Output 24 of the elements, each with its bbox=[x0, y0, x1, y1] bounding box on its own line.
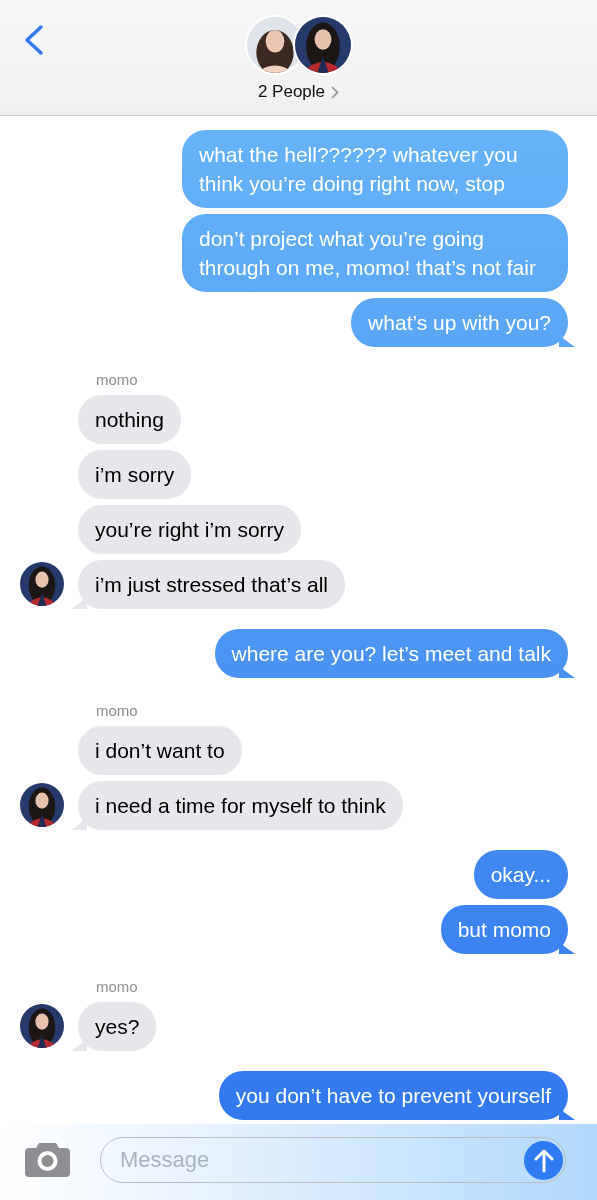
sender-name: momo bbox=[96, 702, 139, 720]
message-bubble: don’t project what you’re going through on me, momo! that’s not fair bbox=[182, 214, 568, 292]
message-bubble: i’m just stressed that’s all bbox=[78, 560, 346, 609]
group-title[interactable]: 2 People bbox=[257, 79, 326, 105]
message-bubble: you don’t have to prevent yourself bbox=[218, 1071, 568, 1120]
message-bubble: but momo bbox=[440, 905, 568, 954]
arrow-up-icon bbox=[533, 1148, 554, 1173]
send-button[interactable] bbox=[524, 1141, 563, 1180]
message-bubble: yes? bbox=[78, 1002, 157, 1051]
camera-icon[interactable] bbox=[25, 1141, 70, 1177]
message-bubble: nothing bbox=[78, 395, 181, 444]
message-bubble: i’m sorry bbox=[78, 450, 192, 499]
message-bubble: what’s up with you? bbox=[351, 298, 568, 347]
message-bubble: you’re right i’m sorry bbox=[78, 505, 302, 554]
message-bubble: i don’t want to bbox=[78, 726, 242, 775]
message-bubble: i need a time for myself to think bbox=[78, 781, 403, 830]
message-bubble: what the hell?????? whatever you think you’re doing right now, stop bbox=[182, 130, 568, 208]
sender-name: momo bbox=[96, 978, 139, 996]
sender-name: momo bbox=[96, 371, 139, 389]
back-icon[interactable] bbox=[22, 24, 46, 56]
chevron-icon bbox=[331, 85, 340, 99]
message-bubble: where are you? let’s meet and talk bbox=[214, 629, 568, 678]
message-bubble: okay... bbox=[473, 850, 568, 899]
message-field[interactable]: Message bbox=[100, 1137, 566, 1183]
